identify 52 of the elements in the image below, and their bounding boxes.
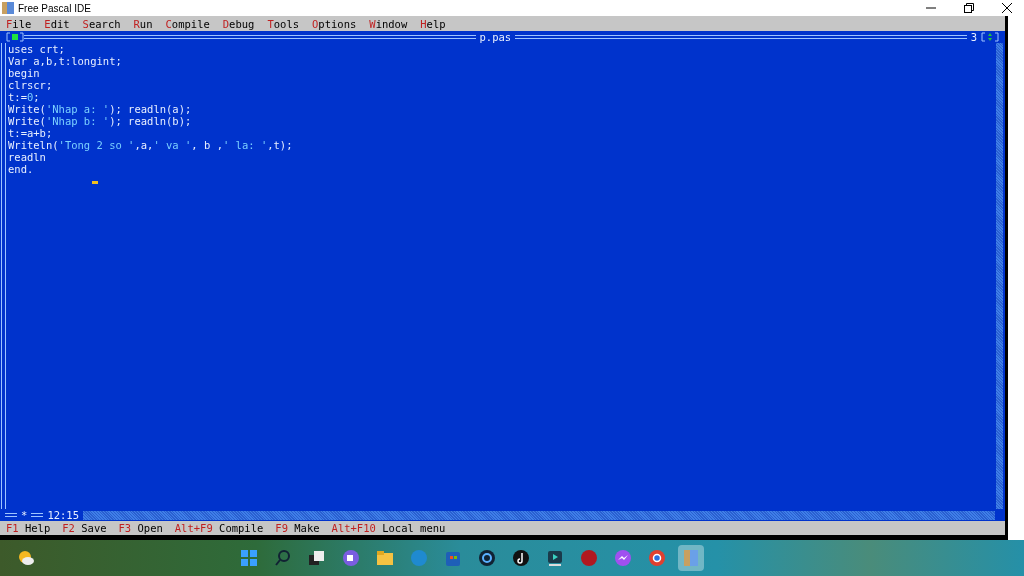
shortcut-hint[interactable]: Alt+F9 Compile <box>174 522 264 534</box>
window-title: Free Pascal IDE <box>18 2 92 14</box>
start-icon <box>239 548 259 568</box>
shortcut-hint[interactable]: F1 Help <box>6 522 51 534</box>
round-app-icon <box>579 548 599 568</box>
play-screen-icon <box>545 548 565 568</box>
menu-item[interactable]: Edit <box>44 17 70 30</box>
folder-icon <box>375 548 395 568</box>
close-icon <box>1002 3 1012 13</box>
app-icon <box>2 2 14 14</box>
shortcut-hint[interactable]: F2 Save <box>62 522 107 534</box>
zoom-box-icon[interactable] <box>981 32 999 42</box>
browser-icon <box>409 548 429 568</box>
menu-item[interactable]: Compile <box>165 17 210 30</box>
menu-item[interactable]: Search <box>82 17 121 30</box>
video-chat-icon <box>341 548 361 568</box>
shortcut-hint[interactable]: Alt+F10 Local menu <box>331 522 446 534</box>
cursor-position: 12:15 <box>46 509 80 521</box>
menu-item[interactable]: Debug <box>222 17 255 30</box>
code-line: Write('Nhap b: '); readln(b); <box>8 115 193 127</box>
music-note-icon <box>511 548 531 568</box>
chrome-icon <box>647 548 667 568</box>
code-line: Write('Nhap a: '); readln(a); <box>8 103 193 115</box>
pascal-app-icon <box>681 548 701 568</box>
menu-item[interactable]: Window <box>369 17 408 30</box>
code-line: uses crt; <box>8 43 66 55</box>
code-line: Writeln('Tong 2 so ',a,' va ', b ,' la: ',t); <box>8 139 294 151</box>
close-box-icon[interactable] <box>6 32 24 42</box>
menu-item[interactable]: Options <box>312 17 357 30</box>
modified-marker: * <box>20 509 29 521</box>
code-line: t:=a+b; <box>8 127 54 139</box>
search-icon <box>273 548 293 568</box>
messenger-icon <box>613 548 633 568</box>
code-line: end. <box>8 163 35 175</box>
windows-icon <box>307 548 327 568</box>
restore-icon <box>964 3 974 13</box>
code-line: begin <box>8 67 41 79</box>
menu-item[interactable]: File <box>6 17 32 30</box>
window-number: 3 <box>969 31 978 43</box>
code-line: t:=0; <box>8 91 41 103</box>
shortcut-hint[interactable]: F3 Open <box>118 522 163 534</box>
shortcut-hint[interactable]: F9 Make <box>275 522 320 534</box>
code-line: Var a,b,t:longint; <box>8 55 123 67</box>
menu-item[interactable]: Tools <box>267 17 300 30</box>
weather-icon[interactable] <box>16 548 36 568</box>
menu-item[interactable]: Run <box>133 17 153 30</box>
code-line: readln <box>8 151 47 163</box>
code-line: clrscr; <box>8 79 54 91</box>
file-title: p.pas <box>478 31 513 43</box>
text-cursor <box>92 180 98 184</box>
menu-item[interactable]: Help <box>420 17 446 30</box>
c-logo-icon <box>477 548 497 568</box>
